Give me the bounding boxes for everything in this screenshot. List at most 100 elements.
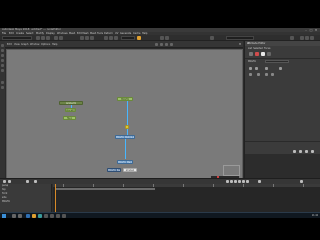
single-view-layout-icon[interactable]: [1, 81, 4, 84]
ae-key-icon[interactable]: [305, 150, 308, 153]
clear-graph-icon[interactable]: [160, 43, 163, 46]
workspace-dropdown[interactable]: [226, 36, 254, 40]
outliner-search-icon[interactable]: [26, 180, 29, 183]
ae-key-icon[interactable]: [311, 150, 314, 153]
select-by-object-icon[interactable]: [85, 36, 89, 40]
attribute-editor-toggle-icon[interactable]: [310, 36, 314, 40]
node-editor-menu-graph[interactable]: Graph: [21, 42, 28, 47]
channel-box-icon[interactable]: [305, 36, 309, 40]
construction-history-field[interactable]: [121, 36, 135, 40]
ae-attr-toggle-icon[interactable]: [271, 73, 274, 76]
play-backward-icon[interactable]: [234, 180, 237, 183]
render-settings-icon[interactable]: [137, 36, 141, 40]
node-lambert1[interactable]: lambert1: [59, 101, 83, 105]
select-by-hierarchy-icon[interactable]: [80, 36, 84, 40]
ae-key-icon[interactable]: [293, 150, 296, 153]
node-mash1-output-port[interactable]: [125, 125, 129, 129]
ae-presets-icon[interactable]: [249, 67, 252, 70]
edge-browser-icon[interactable]: [26, 214, 30, 218]
mode-dropdown[interactable]: [2, 36, 32, 40]
ipr-render-icon[interactable]: [165, 36, 169, 40]
snap-point-icon[interactable]: [114, 36, 118, 40]
range-slider[interactable]: [55, 188, 155, 190]
app-icon[interactable]: [44, 214, 48, 218]
node-editor-menu-window[interactable]: Window: [30, 42, 39, 47]
step-back-icon[interactable]: [230, 180, 233, 183]
modeling-toolkit-icon[interactable]: [300, 36, 304, 40]
ae-attr-toggle-icon[interactable]: [265, 73, 268, 76]
search-icon[interactable]: [12, 214, 16, 218]
rotate-tool-icon[interactable]: [1, 64, 4, 67]
app-icon[interactable]: [62, 214, 66, 218]
node-graph-canvas[interactable]: lambert1 place2d file1 MASH1 MASH1_Distr…: [6, 49, 243, 179]
ae-extra-icon[interactable]: [279, 67, 282, 70]
ae-key-icon[interactable]: [299, 150, 302, 153]
maya-taskbar-icon[interactable]: [38, 214, 42, 218]
go-to-end-icon[interactable]: [246, 180, 249, 183]
ae-attr-toggle-icon[interactable]: [249, 73, 252, 76]
ae-red-icon[interactable]: [255, 52, 259, 56]
outliner-row[interactable]: front: [2, 192, 7, 195]
node-mash1-waiter[interactable]: MASH1_Waiter: [117, 160, 133, 164]
outliner-row[interactable]: MASH1: [2, 200, 10, 203]
graph-input-output-icon[interactable]: [155, 43, 158, 46]
node-editor-menu-help[interactable]: Help: [52, 42, 57, 47]
render-frame-icon[interactable]: [160, 36, 164, 40]
lasso-tool-icon[interactable]: [1, 49, 4, 52]
ae-white-icon[interactable]: [261, 52, 265, 56]
node-editor-menu-options[interactable]: Options: [41, 42, 50, 47]
ae-tab-selected[interactable]: Selected: [253, 47, 262, 50]
file-explorer-icon[interactable]: [32, 214, 36, 218]
new-scene-icon[interactable]: [36, 36, 40, 40]
ae-hide-icon[interactable]: [265, 67, 268, 70]
node-file1[interactable]: file1: [63, 116, 76, 120]
taskbar-clock[interactable]: 11:42: [312, 213, 318, 219]
playhead[interactable]: [55, 184, 56, 212]
select-tool-icon[interactable]: [1, 44, 4, 47]
node-editor-close-icon[interactable]: ✕: [238, 42, 242, 46]
node-editor-menu-edit[interactable]: Edit: [7, 42, 12, 47]
node-editor-menu-view[interactable]: View: [14, 42, 20, 47]
ae-tab-focus[interactable]: Focus: [264, 47, 270, 50]
time-ruler[interactable]: [53, 184, 320, 187]
node-mash1-distribute[interactable]: MASH1_Distribute: [115, 135, 135, 139]
outliner-row[interactable]: top: [2, 188, 6, 191]
ae-show-icon[interactable]: [255, 67, 258, 70]
node-place2d[interactable]: place2d: [65, 108, 76, 112]
auto-key-icon[interactable]: [300, 180, 303, 183]
ae-attr-toggle-icon[interactable]: [257, 73, 260, 76]
outliner-row[interactable]: side: [2, 196, 6, 199]
attribute-editor-close-icon[interactable]: ✕: [247, 41, 319, 46]
move-tool-icon[interactable]: [1, 59, 4, 62]
step-forward-icon[interactable]: [242, 180, 245, 183]
undo-icon[interactable]: [54, 36, 58, 40]
scale-tool-icon[interactable]: [1, 69, 4, 72]
task-view-icon[interactable]: [18, 214, 22, 218]
paint-select-icon[interactable]: [1, 54, 4, 57]
sign-in-icon[interactable]: [290, 36, 294, 40]
frame-all-icon[interactable]: [165, 43, 168, 46]
ae-tab-list[interactable]: List: [248, 47, 252, 50]
ae-grey-icon[interactable]: [267, 52, 271, 56]
play-forward-icon[interactable]: [238, 180, 241, 183]
app-icon[interactable]: [50, 214, 54, 218]
save-scene-icon[interactable]: [46, 36, 50, 40]
outliner-filter-icon[interactable]: [8, 180, 11, 183]
node-mash1-repro[interactable]: MASH1_Repro: [107, 168, 121, 172]
symmetry-icon[interactable]: [210, 36, 214, 40]
graph-navigator[interactable]: [223, 165, 240, 176]
start-button-icon[interactable]: [2, 214, 6, 218]
ae-node-name-field[interactable]: [265, 60, 289, 63]
frame-selection-icon[interactable]: [170, 43, 173, 46]
redo-icon[interactable]: [59, 36, 63, 40]
node-pcube1[interactable]: pCube1: [123, 168, 137, 172]
outliner-row[interactable]: persp: [2, 184, 8, 187]
app-icon[interactable]: [56, 214, 60, 218]
snap-grid-icon[interactable]: [104, 36, 108, 40]
outliner-menu-icon[interactable]: [3, 180, 6, 183]
outliner-options-icon[interactable]: [34, 180, 37, 183]
four-view-layout-icon[interactable]: [1, 86, 4, 89]
go-to-start-icon[interactable]: [226, 180, 229, 183]
snap-curve-icon[interactable]: [109, 36, 113, 40]
select-by-component-icon[interactable]: [90, 36, 94, 40]
